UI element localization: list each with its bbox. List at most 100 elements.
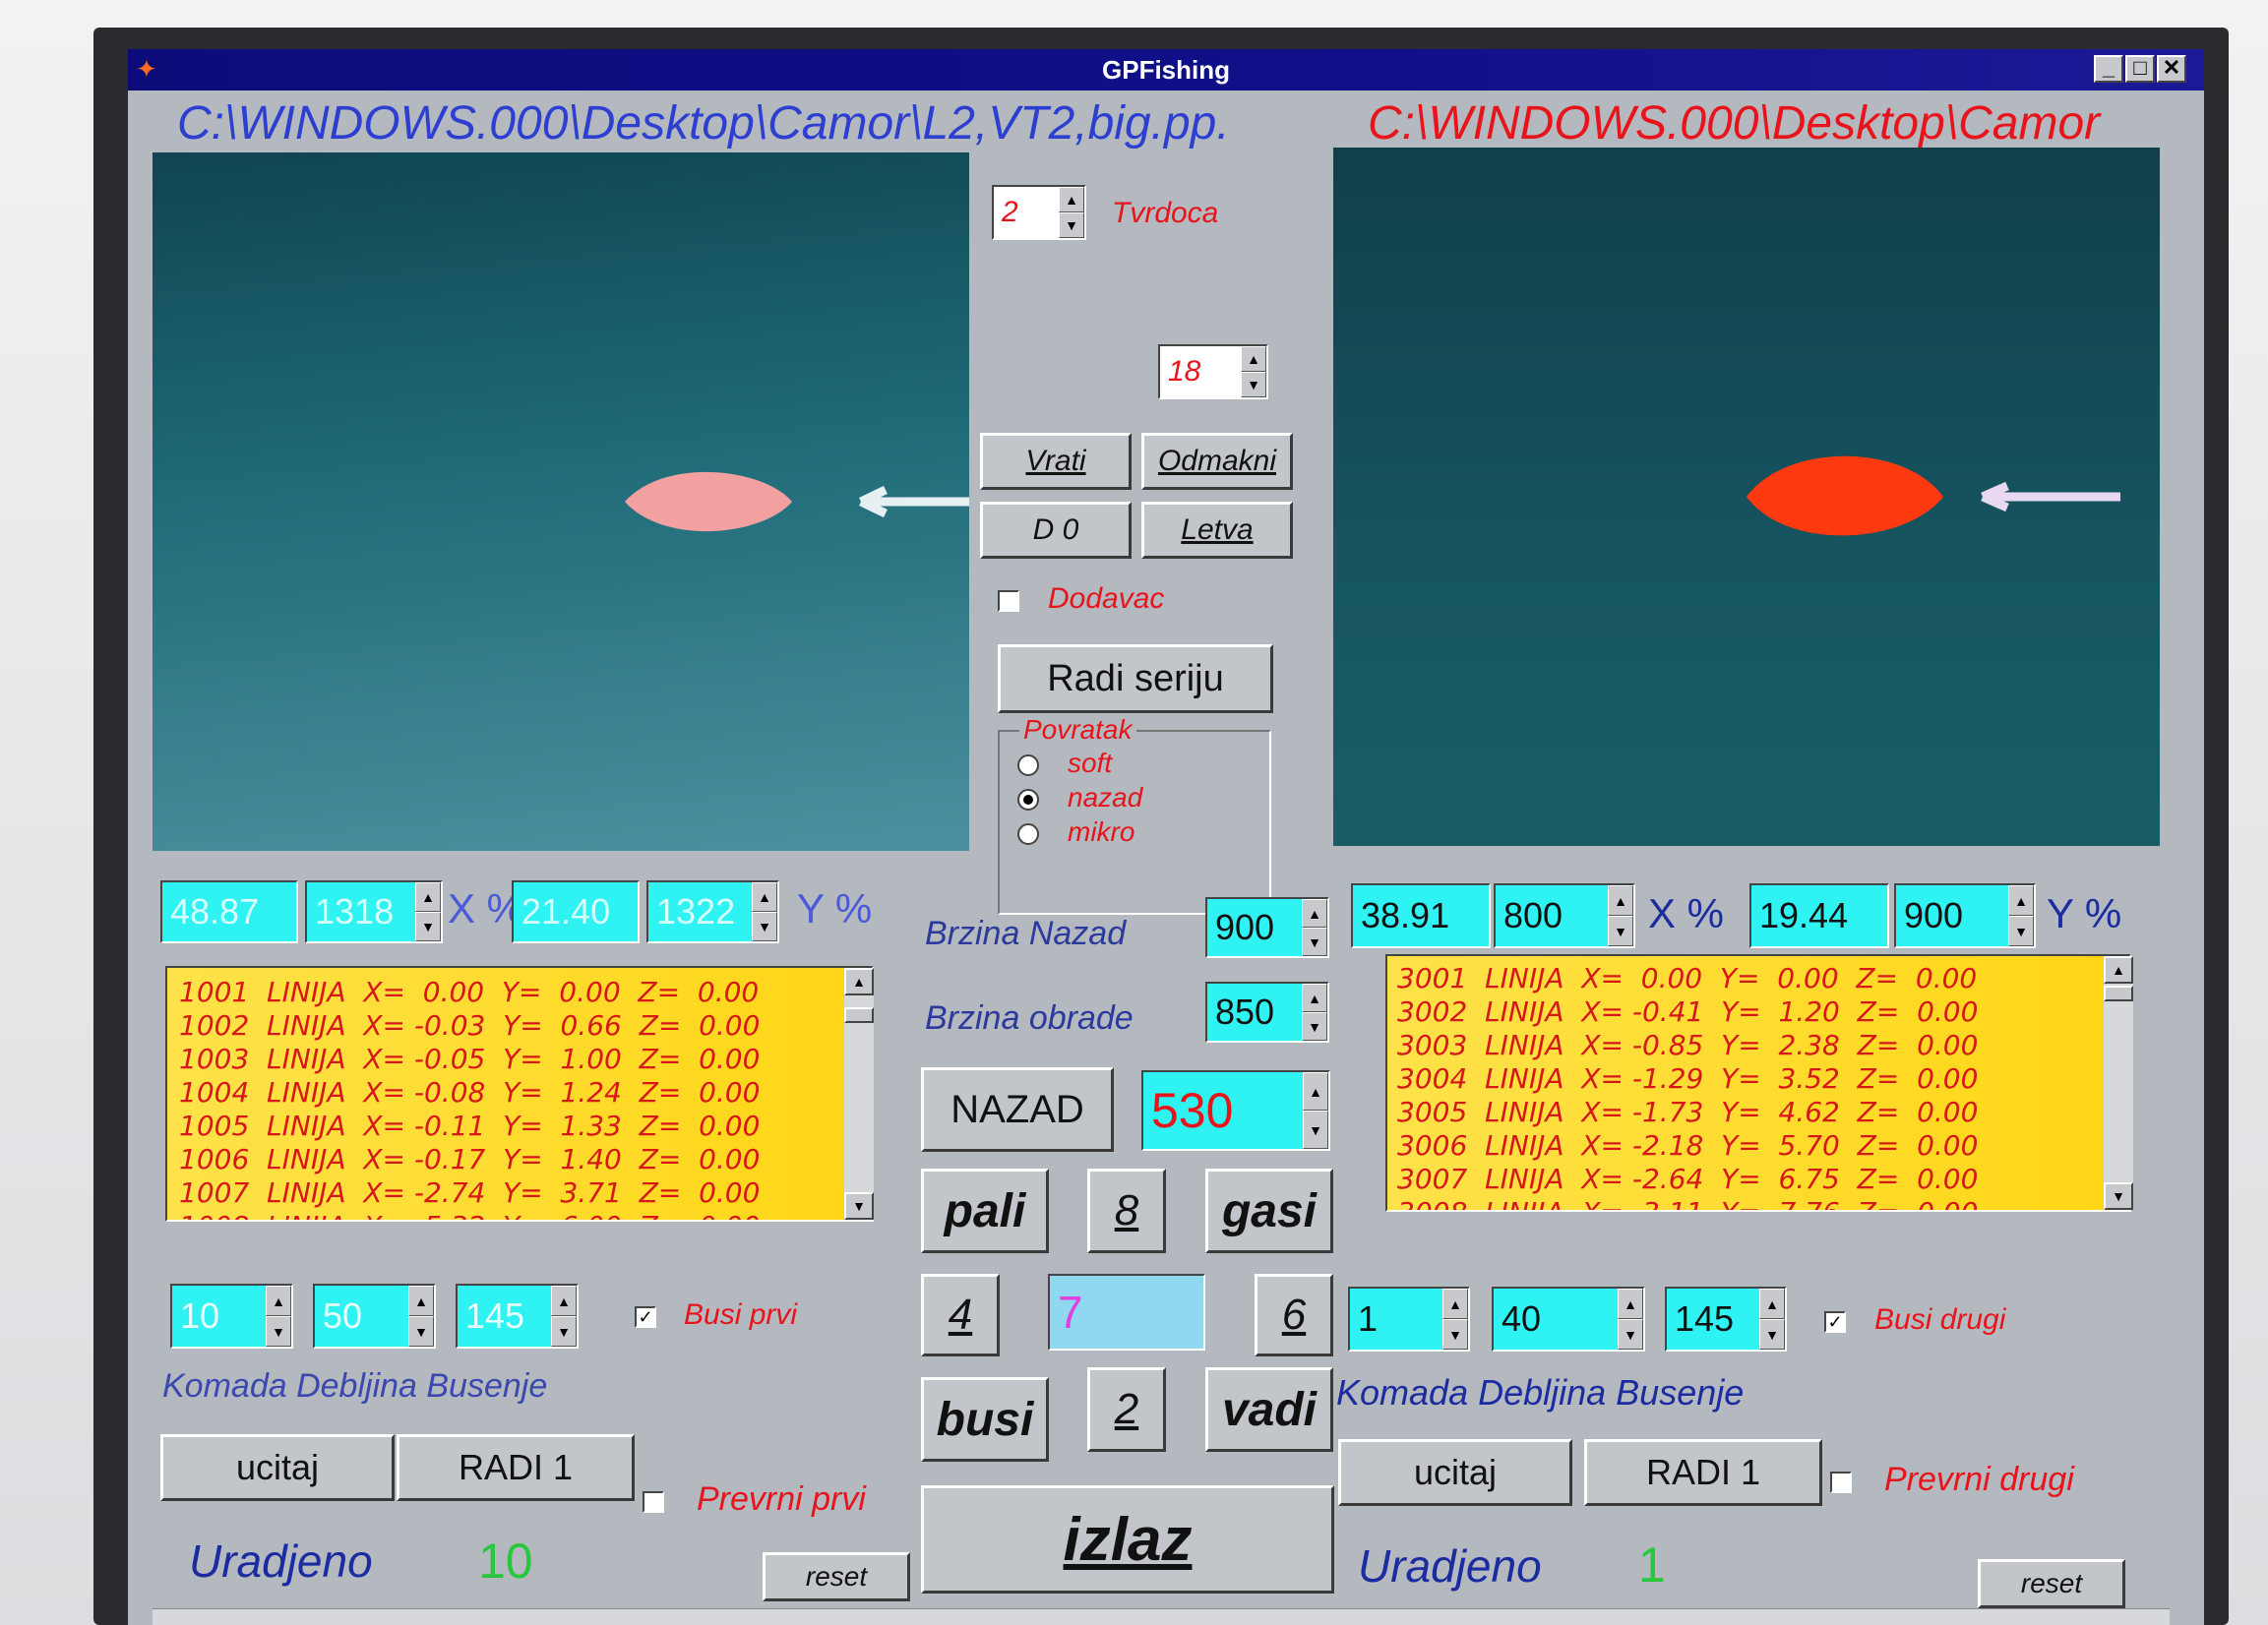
list-item[interactable]: 1002 LINIJA X= -0.03 Y= 0.66 Z= 0.00 <box>179 1009 872 1043</box>
up-arrow-icon[interactable]: ▲ <box>1759 1289 1785 1319</box>
down-arrow-icon[interactable]: ▼ <box>1442 1319 1468 1350</box>
left-ucitaj-button[interactable]: ucitaj <box>160 1434 395 1501</box>
list-item[interactable]: 3008 LINIJA X= -3.11 Y= 7.76 Z= 0.00 <box>1397 1196 2129 1210</box>
busi-prvi-checkbox[interactable]: ✓ <box>635 1306 656 1328</box>
radio-mikro[interactable] <box>1017 823 1039 845</box>
busi-drugi-checkbox[interactable]: ✓ <box>1824 1311 1846 1333</box>
left-busenje-spinner[interactable]: 145 ▲ ▼ <box>456 1284 579 1349</box>
up-arrow-icon[interactable]: ▲ <box>408 1286 434 1316</box>
prevrni-prvi-checkbox[interactable] <box>643 1491 664 1513</box>
list-item[interactable]: 3004 LINIJA X= -1.29 Y= 3.52 Z= 0.00 <box>1397 1062 2129 1096</box>
up-arrow-icon[interactable]: ▲ <box>1618 1289 1643 1319</box>
right-x-arrows[interactable]: ▲ ▼ <box>1608 885 1633 946</box>
odmakni-button[interactable]: Odmakni <box>1141 433 1293 490</box>
nazad-button[interactable]: NAZAD <box>921 1067 1114 1152</box>
brzina-obrade-spinner[interactable]: 850 ▲ ▼ <box>1205 982 1329 1043</box>
left-y-spinner[interactable]: 1322 ▲ ▼ <box>646 880 779 943</box>
prevrni-drugi-checkbox[interactable] <box>1830 1472 1852 1493</box>
list-item[interactable]: 3003 LINIJA X= -0.85 Y= 2.38 Z= 0.00 <box>1397 1029 2129 1062</box>
down-arrow-icon[interactable]: ▼ <box>266 1316 291 1347</box>
brzina-nazad-spinner[interactable]: 900 ▲ ▼ <box>1205 897 1329 958</box>
left-x-arrows[interactable]: ▲ ▼ <box>415 882 441 941</box>
up-arrow-icon[interactable]: ▲ <box>1608 885 1633 916</box>
right-debljina-arrows[interactable]: ▲ ▼ <box>1618 1289 1643 1350</box>
right-debljina-spinner[interactable]: 40 ▲ ▼ <box>1492 1287 1645 1352</box>
right-reset-button[interactable]: reset <box>1978 1559 2125 1608</box>
right-list-scrollbar[interactable]: ▲ ▼ <box>2104 956 2133 1210</box>
right-radi1-button[interactable]: RADI 1 <box>1584 1439 1822 1506</box>
right-komada-arrows[interactable]: ▲ ▼ <box>1442 1289 1468 1350</box>
up-arrow-icon[interactable]: ▲ <box>2008 885 2034 916</box>
radio-nazad[interactable] <box>1017 789 1039 811</box>
left-reset-button[interactable]: reset <box>763 1552 910 1601</box>
horizontal-scrollbar[interactable] <box>153 1608 2170 1625</box>
down-arrow-icon[interactable]: ▼ <box>415 912 441 941</box>
down-arrow-icon[interactable]: ▼ <box>1302 928 1327 956</box>
left-x-spinner[interactable]: 1318 ▲ ▼ <box>305 880 443 943</box>
right-y-spinner[interactable]: 900 ▲ ▼ <box>1894 883 2036 948</box>
left-debljina-spinner[interactable]: 50 ▲ ▼ <box>313 1284 436 1349</box>
left-debljina-arrows[interactable]: ▲ ▼ <box>408 1286 434 1347</box>
d0-button[interactable]: D 0 <box>980 502 1132 559</box>
up-arrow-icon[interactable]: ▲ <box>1241 346 1266 372</box>
tvrdoca-arrows[interactable]: ▲ ▼ <box>1059 187 1084 238</box>
right-ucitaj-button[interactable]: ucitaj <box>1338 1439 1572 1506</box>
right-busenje-arrows[interactable]: ▲ ▼ <box>1759 1289 1785 1350</box>
button-4[interactable]: 4 <box>921 1274 1000 1356</box>
up-arrow-icon[interactable]: ▲ <box>1302 984 1327 1012</box>
tvrdoca-spinner[interactable]: 2 ▲ ▼ <box>992 185 1086 240</box>
up-arrow-icon[interactable]: ▲ <box>415 882 441 912</box>
down-arrow-icon[interactable]: ▼ <box>752 912 777 941</box>
down-arrow-icon[interactable]: ▼ <box>1059 212 1084 238</box>
down-arrow-icon[interactable]: ▼ <box>1759 1319 1785 1350</box>
vrati-button[interactable]: Vrati <box>980 433 1132 490</box>
left-busenje-arrows[interactable]: ▲ ▼ <box>551 1286 577 1347</box>
up-arrow-icon[interactable]: ▲ <box>1302 899 1327 928</box>
scroll-thumb[interactable] <box>844 1007 874 1023</box>
left-komada-spinner[interactable]: 10 ▲ ▼ <box>170 1284 293 1349</box>
right-x-spinner[interactable]: 800 ▲ ▼ <box>1494 883 1635 948</box>
radi-seriju-button[interactable]: Radi seriju <box>998 644 1273 713</box>
left-program-list[interactable]: 1001 LINIJA X= 0.00 Y= 0.00 Z= 0.00 1002 … <box>165 966 874 1222</box>
down-arrow-icon[interactable]: ▼ <box>1241 372 1266 397</box>
list-item[interactable]: 1006 LINIJA X= -0.17 Y= 1.40 Z= 0.00 <box>179 1143 872 1176</box>
up-arrow-icon[interactable]: ▲ <box>1059 187 1084 212</box>
right-program-list[interactable]: 3001 LINIJA X= 0.00 Y= 0.00 Z= 0.00 3002 … <box>1385 954 2131 1212</box>
up-arrow-icon[interactable]: ▲ <box>1442 1289 1468 1319</box>
minimize-icon[interactable]: _ <box>2094 55 2123 83</box>
gasi-button[interactable]: gasi <box>1205 1169 1333 1253</box>
list-item[interactable]: 3001 LINIJA X= 0.00 Y= 0.00 Z= 0.00 <box>1397 962 2129 995</box>
left-y-arrows[interactable]: ▲ ▼ <box>752 882 777 941</box>
left-komada-arrows[interactable]: ▲ ▼ <box>266 1286 291 1347</box>
izlaz-button[interactable]: izlaz <box>921 1485 1334 1594</box>
right-busenje-spinner[interactable]: 145 ▲ ▼ <box>1665 1287 1787 1352</box>
scroll-thumb[interactable] <box>2104 986 2133 1001</box>
down-arrow-icon[interactable]: ▼ <box>1303 1111 1328 1149</box>
list-item[interactable]: 3002 LINIJA X= -0.41 Y= 1.20 Z= 0.00 <box>1397 995 2129 1029</box>
down-arrow-icon[interactable]: ▼ <box>1608 916 1633 946</box>
list-item[interactable]: 1003 LINIJA X= -0.05 Y= 1.00 Z= 0.00 <box>179 1043 872 1076</box>
button-6[interactable]: 6 <box>1255 1274 1333 1356</box>
list-item[interactable]: 1007 LINIJA X= -2.74 Y= 3.71 Z= 0.00 <box>179 1176 872 1210</box>
down-arrow-icon[interactable]: ▼ <box>408 1316 434 1347</box>
down-arrow-icon[interactable]: ▼ <box>1618 1319 1643 1350</box>
button-8[interactable]: 8 <box>1087 1169 1166 1253</box>
brzina-nazad-arrows[interactable]: ▲ ▼ <box>1302 899 1327 956</box>
up-arrow-icon[interactable]: ▲ <box>752 882 777 912</box>
brzina-obrade-arrows[interactable]: ▲ ▼ <box>1302 984 1327 1041</box>
list-item[interactable]: 3007 LINIJA X= -2.64 Y= 6.75 Z= 0.00 <box>1397 1163 2129 1196</box>
spin18-arrows[interactable]: ▲ ▼ <box>1241 346 1266 397</box>
busi-button[interactable]: busi <box>921 1377 1049 1462</box>
pali-button[interactable]: pali <box>921 1169 1049 1253</box>
radio-soft[interactable] <box>1017 754 1039 776</box>
scroll-up-icon[interactable]: ▲ <box>844 968 874 995</box>
right-komada-spinner[interactable]: 1 ▲ ▼ <box>1348 1287 1470 1352</box>
up-arrow-icon[interactable]: ▲ <box>1303 1072 1328 1111</box>
scroll-down-icon[interactable]: ▼ <box>2104 1182 2133 1210</box>
maximize-icon[interactable]: □ <box>2125 55 2155 83</box>
list-item[interactable]: 3006 LINIJA X= -2.18 Y= 5.70 Z= 0.00 <box>1397 1129 2129 1163</box>
left-radi1-button[interactable]: RADI 1 <box>397 1434 635 1501</box>
dodavac-checkbox[interactable] <box>998 590 1019 612</box>
close-icon[interactable]: ✕ <box>2157 55 2186 83</box>
button-2[interactable]: 2 <box>1087 1367 1166 1452</box>
